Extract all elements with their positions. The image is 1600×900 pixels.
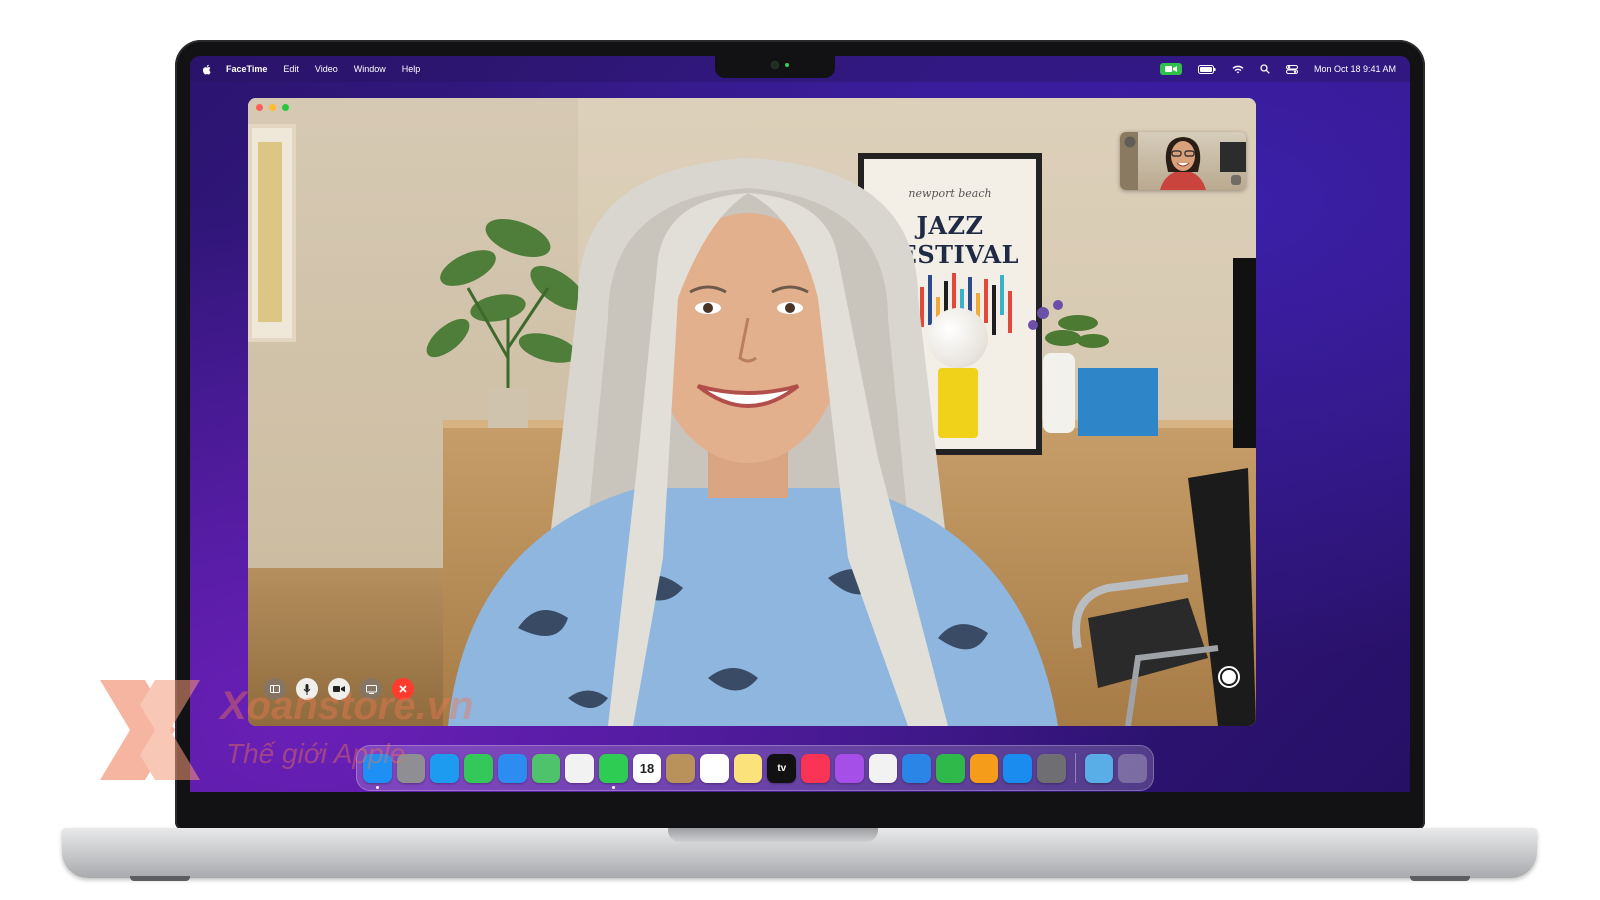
spotlight-search-icon[interactable]	[1260, 64, 1270, 74]
dock-pages-icon[interactable]	[969, 753, 999, 783]
dock-apple-tv-icon[interactable]: tv	[767, 753, 797, 783]
close-window-icon[interactable]	[256, 104, 263, 111]
watermark-name: Xoanstore.vn	[220, 684, 474, 728]
capture-photo-button[interactable]	[1218, 666, 1240, 688]
watermark: Xoanstore.vn Thế giới Apple	[90, 670, 650, 790]
minimize-window-icon[interactable]	[269, 104, 276, 111]
laptop-foot-left	[130, 876, 190, 881]
laptop-hinge	[668, 828, 878, 842]
battery-icon[interactable]	[1197, 64, 1216, 74]
self-view-pip[interactable]	[1120, 132, 1246, 190]
dock-notes-icon[interactable]	[733, 753, 763, 783]
facetime-status-icon[interactable]	[1159, 63, 1182, 75]
menu-edit[interactable]: Edit	[283, 64, 299, 74]
menu-app-name[interactable]: FaceTime	[226, 64, 267, 74]
watermark-tagline: Thế giới Apple	[226, 738, 406, 769]
desk-monitor	[1233, 258, 1256, 448]
dock-reminders-icon[interactable]	[700, 753, 729, 783]
menu-help[interactable]: Help	[402, 64, 421, 74]
dock-news-icon[interactable]	[868, 753, 898, 783]
zoom-window-icon[interactable]	[282, 104, 289, 111]
camera-active-indicator	[785, 63, 789, 67]
dock-system-preferences-icon[interactable]	[1037, 753, 1066, 783]
dock-trash-icon[interactable]	[1118, 753, 1148, 783]
apple-menu-icon[interactable]	[202, 64, 212, 75]
facetime-window: newport beach JAZZ FESTIVAL	[248, 98, 1256, 726]
dock-app-store-icon[interactable]	[1003, 753, 1033, 783]
dock-separator	[1074, 753, 1076, 783]
dock-contacts-icon[interactable]	[666, 753, 696, 783]
shutter-icon	[1222, 670, 1236, 684]
xoanstore-logo-icon	[100, 680, 200, 780]
menu-window[interactable]: Window	[354, 64, 386, 74]
control-center-icon[interactable]	[1285, 64, 1298, 74]
dock-keynote-icon[interactable]	[902, 753, 931, 783]
dock-downloads-folder-icon[interactable]	[1084, 753, 1114, 783]
window-controls	[256, 104, 289, 111]
laptop-foot-right	[1410, 876, 1470, 881]
dock-numbers-icon[interactable]	[935, 753, 965, 783]
wall-art-frame	[248, 124, 296, 342]
pip-effects-icon[interactable]	[1230, 174, 1242, 186]
dock-podcasts-icon[interactable]	[834, 753, 864, 783]
status-area: Mon Oct 18 9:41 AM	[1159, 56, 1396, 82]
camera-lens	[772, 62, 778, 68]
menu-video[interactable]: Video	[315, 64, 338, 74]
pip-expand-icon[interactable]	[1124, 136, 1136, 148]
menu-clock[interactable]: Mon Oct 18 9:41 AM	[1314, 64, 1396, 74]
dock-music-icon[interactable]	[801, 753, 830, 783]
remote-participant-video	[448, 158, 1058, 726]
self-view-video	[1120, 132, 1246, 190]
wifi-icon[interactable]	[1232, 65, 1244, 74]
